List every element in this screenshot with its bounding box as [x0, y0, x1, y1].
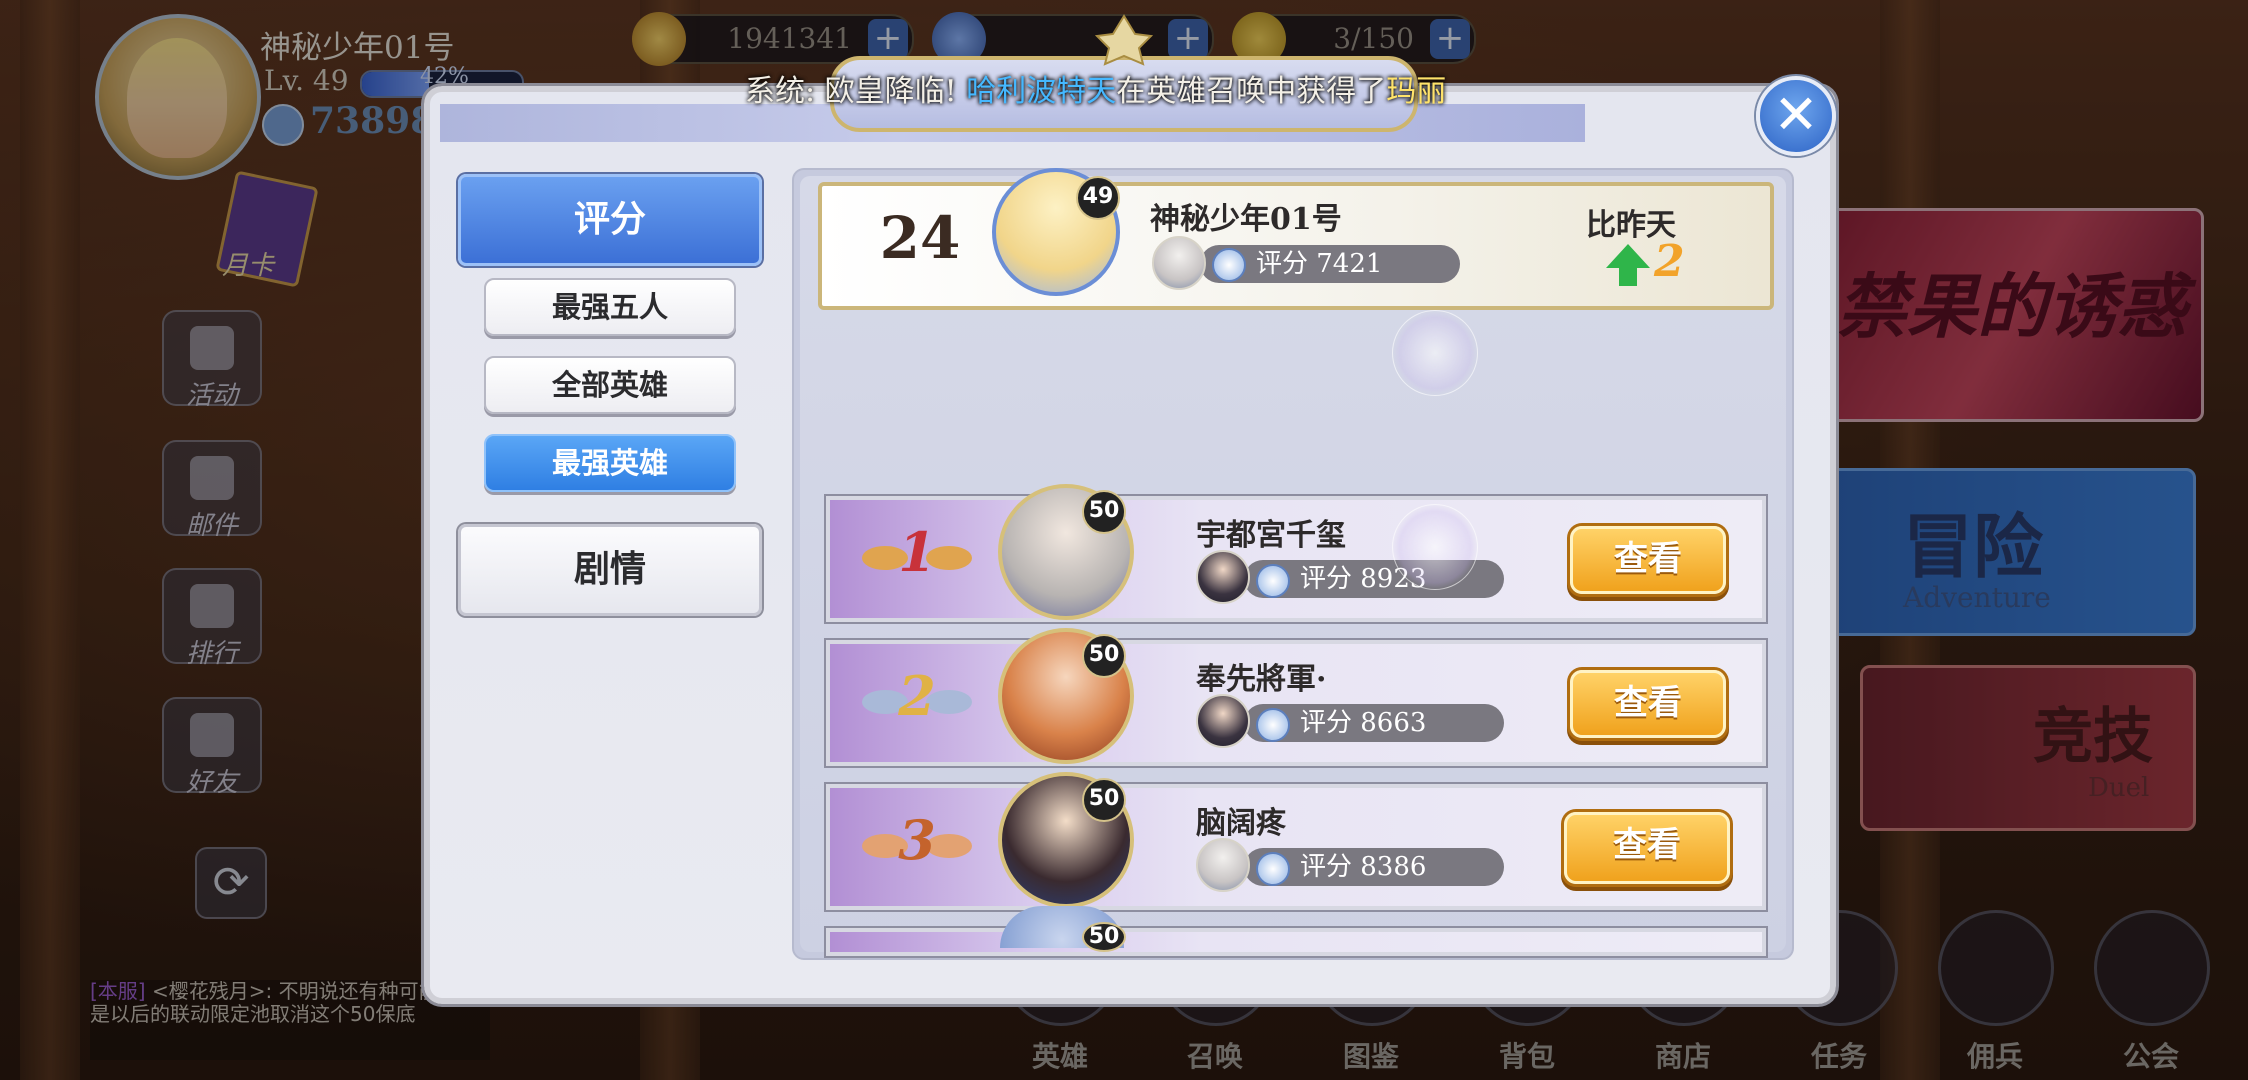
- score-star-icon: [1256, 564, 1290, 598]
- rank-1-medal-icon: 1: [862, 512, 972, 592]
- player-avatar: [1196, 694, 1250, 748]
- my-hero-level: 49: [1076, 176, 1120, 220]
- sub-tab-all-heroes[interactable]: 全部英雄: [484, 356, 736, 414]
- my-player-name: 神秘少年01号: [1150, 202, 1342, 237]
- up-arrow-stem: [1619, 266, 1637, 286]
- my-rank: 24: [879, 204, 961, 272]
- my-player-avatar: [1152, 236, 1206, 290]
- hero-level: 50: [1082, 922, 1126, 952]
- rank-number: 1: [898, 520, 936, 584]
- compare-value: 2: [1654, 236, 1685, 287]
- score-star-icon: [1212, 248, 1246, 282]
- hero-level: 50: [1082, 490, 1126, 534]
- broadcast-middle: 在英雄召唤中获得了: [1116, 74, 1387, 109]
- hero-level: 50: [1082, 778, 1126, 822]
- rank-2-medal-icon: 2: [862, 656, 972, 736]
- ranking-player-name: 宇都宮千玺: [1196, 518, 1346, 553]
- rank-number: 3: [898, 808, 936, 872]
- broadcast-hero: 玛丽: [1386, 74, 1447, 109]
- sparkle-effect: [1392, 310, 1478, 396]
- ranking-player-name: 脑阔疼: [1196, 806, 1286, 841]
- view-button[interactable]: 查看: [1570, 526, 1726, 594]
- broadcast-player: 哈利波特天: [966, 74, 1117, 109]
- system-broadcast: 系统: 欧皇降临! 哈利波特天在英雄召唤中获得了玛丽: [745, 66, 1485, 110]
- sub-tab-strongest-hero[interactable]: 最强英雄: [484, 434, 736, 492]
- up-arrow-icon: [1606, 244, 1650, 268]
- rank-number: 2: [898, 664, 936, 728]
- rank-3-medal-icon: 3: [862, 800, 972, 880]
- tab-story[interactable]: 剧情: [458, 524, 762, 616]
- view-button[interactable]: 查看: [1570, 670, 1726, 738]
- crest-ornament-icon: [1095, 14, 1153, 66]
- hero-level: 50: [1082, 634, 1126, 678]
- sparkle-effect: [1392, 504, 1478, 590]
- ranking-player-name: 奉先將軍·: [1196, 662, 1327, 697]
- score-star-icon: [1256, 708, 1290, 742]
- view-button[interactable]: 查看: [1564, 812, 1730, 884]
- ranking-row-4: [826, 928, 1766, 956]
- broadcast-prefix: 系统: 欧皇降临!: [745, 74, 967, 109]
- sub-tab-top-five[interactable]: 最强五人: [484, 278, 736, 336]
- tab-score[interactable]: 评分: [458, 174, 762, 266]
- close-button[interactable]: ✕: [1756, 76, 1836, 156]
- score-star-icon: [1256, 852, 1290, 886]
- player-avatar: [1196, 550, 1250, 604]
- player-avatar: [1196, 838, 1250, 892]
